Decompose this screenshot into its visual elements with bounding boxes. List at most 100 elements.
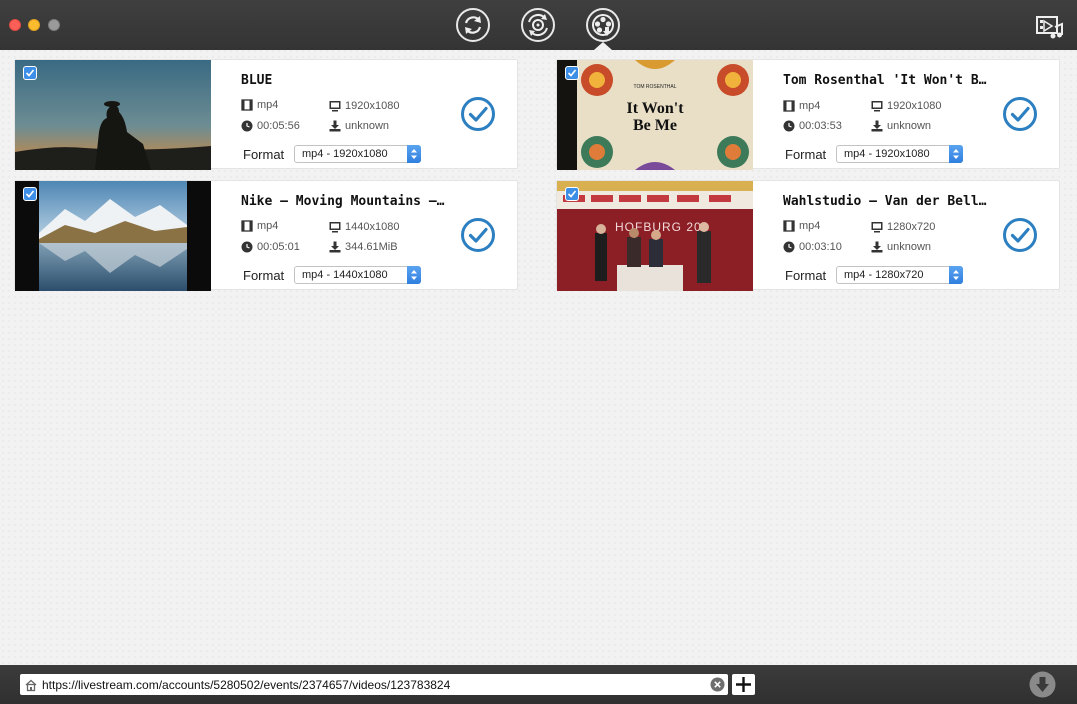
home-icon xyxy=(25,679,37,691)
size-value: 344.61MiB xyxy=(345,241,398,253)
duration-value: 00:03:10 xyxy=(799,241,842,253)
svg-text:Be Me: Be Me xyxy=(633,117,677,134)
completed-check-icon xyxy=(1003,97,1037,131)
add-url-button[interactable] xyxy=(732,674,755,695)
convert-mode-button[interactable] xyxy=(456,8,490,42)
duration-info: 00:03:10 xyxy=(783,241,842,253)
media-library-icon[interactable] xyxy=(1035,13,1065,39)
resolution-value: 1440x1080 xyxy=(345,221,400,233)
size-info: unknown xyxy=(871,120,931,132)
format-value: mp4 - 1920x1080 xyxy=(302,148,388,160)
video-card-nike[interactable]: Nike – Moving Mountains –… mp4 1440x1080… xyxy=(14,180,518,291)
monitor-icon xyxy=(329,101,341,112)
format-select[interactable]: mp4 - 1920x1080 xyxy=(294,145,421,163)
select-checkbox[interactable] xyxy=(565,187,579,201)
video-title: Nike – Moving Mountains –… xyxy=(241,194,445,209)
format-label: Format xyxy=(243,147,285,162)
url-input[interactable] xyxy=(42,675,702,694)
format-select[interactable]: mp4 - 1280x720 xyxy=(836,266,963,284)
video-card-blue[interactable]: BLUE mp4 1920x1080 00:05:56 unknown Form… xyxy=(14,59,518,170)
clock-icon xyxy=(783,120,795,132)
monitor-icon xyxy=(871,101,883,112)
resolution-info: 1920x1080 xyxy=(329,100,399,112)
download-icon xyxy=(329,120,341,132)
container-info: mp4 xyxy=(783,100,820,112)
select-arrows-icon xyxy=(949,266,963,284)
video-card-wahlstudio[interactable]: HOFBURG 20 Wahlstudio – Van der Belle… m… xyxy=(556,180,1060,291)
plus-icon xyxy=(736,677,751,692)
video-thumbnail xyxy=(15,181,211,291)
download-mode-button[interactable] xyxy=(586,8,620,42)
clear-url-icon[interactable] xyxy=(710,677,725,692)
select-checkbox[interactable] xyxy=(565,66,579,80)
video-thumbnail: HOFBURG 20 xyxy=(557,181,753,291)
container-value: mp4 xyxy=(799,220,821,232)
completed-check-icon xyxy=(461,218,495,252)
duration-info: 00:05:56 xyxy=(241,120,300,132)
completed-check-icon xyxy=(1003,218,1037,252)
size-value: unknown xyxy=(887,241,932,253)
resolution-value: 1280x720 xyxy=(887,221,936,233)
format-value: mp4 - 1920x1080 xyxy=(844,148,930,160)
resolution-value: 1920x1080 xyxy=(887,100,942,112)
container-info: mp4 xyxy=(241,99,278,111)
monitor-icon xyxy=(871,222,883,233)
container-value: mp4 xyxy=(799,100,821,112)
film-icon xyxy=(783,220,795,232)
size-info: 344.61MiB xyxy=(329,241,398,253)
resolution-value: 1920x1080 xyxy=(345,100,400,112)
download-all-icon[interactable] xyxy=(1029,671,1056,698)
video-title: Wahlstudio – Van der Belle… xyxy=(783,194,993,209)
format-label: Format xyxy=(785,268,827,283)
resolution-info: 1280x720 xyxy=(871,221,935,233)
video-thumbnail: TOM ROSENTHAL It Won't Be Me xyxy=(557,60,753,170)
format-value: mp4 - 1280x720 xyxy=(844,269,924,281)
size-value: unknown xyxy=(887,120,932,132)
format-label: Format xyxy=(785,147,827,162)
zoom-window-button[interactable] xyxy=(48,19,60,31)
video-title: Tom Rosenthal 'It Won't Be… xyxy=(783,73,993,88)
select-arrows-icon xyxy=(949,145,963,163)
select-checkbox[interactable] xyxy=(23,66,37,80)
format-select[interactable]: mp4 - 1440x1080 xyxy=(294,266,421,284)
duration-value: 00:03:53 xyxy=(799,120,842,132)
close-window-button[interactable] xyxy=(9,19,21,31)
clock-icon xyxy=(241,120,253,132)
burn-mode-button[interactable] xyxy=(521,8,555,42)
format-value: mp4 - 1440x1080 xyxy=(302,269,388,281)
select-arrows-icon xyxy=(407,145,421,163)
bottom-bar xyxy=(0,665,1077,704)
completed-check-icon xyxy=(461,97,495,131)
film-icon xyxy=(241,99,253,111)
size-value: unknown xyxy=(345,120,390,132)
duration-info: 00:03:53 xyxy=(783,120,842,132)
select-arrows-icon xyxy=(407,266,421,284)
select-checkbox[interactable] xyxy=(23,187,37,201)
video-thumbnail xyxy=(15,60,211,170)
container-info: mp4 xyxy=(241,220,278,232)
video-card-tom-rosenthal[interactable]: TOM ROSENTHAL It Won't Be Me Tom Rosenth… xyxy=(556,59,1060,170)
video-title: BLUE xyxy=(241,73,273,88)
download-icon xyxy=(871,120,883,132)
duration-info: 00:05:01 xyxy=(241,241,300,253)
duration-value: 00:05:01 xyxy=(257,241,300,253)
svg-text:TOM ROSENTHAL: TOM ROSENTHAL xyxy=(634,84,677,90)
active-mode-indicator xyxy=(594,42,612,50)
container-value: mp4 xyxy=(257,99,279,111)
convert-icon xyxy=(464,16,482,34)
title-bar xyxy=(0,0,1077,50)
container-info: mp4 xyxy=(783,220,820,232)
resolution-info: 1920x1080 xyxy=(871,100,941,112)
container-value: mp4 xyxy=(257,220,279,232)
download-icon xyxy=(871,241,883,253)
size-info: unknown xyxy=(329,120,389,132)
svg-text:It Won't: It Won't xyxy=(626,100,684,117)
clock-icon xyxy=(783,241,795,253)
clock-icon xyxy=(241,241,253,253)
url-field[interactable] xyxy=(20,674,728,695)
duration-value: 00:05:56 xyxy=(257,120,300,132)
resolution-info: 1440x1080 xyxy=(329,221,399,233)
minimize-window-button[interactable] xyxy=(28,19,40,31)
size-info: unknown xyxy=(871,241,931,253)
format-select[interactable]: mp4 - 1920x1080 xyxy=(836,145,963,163)
